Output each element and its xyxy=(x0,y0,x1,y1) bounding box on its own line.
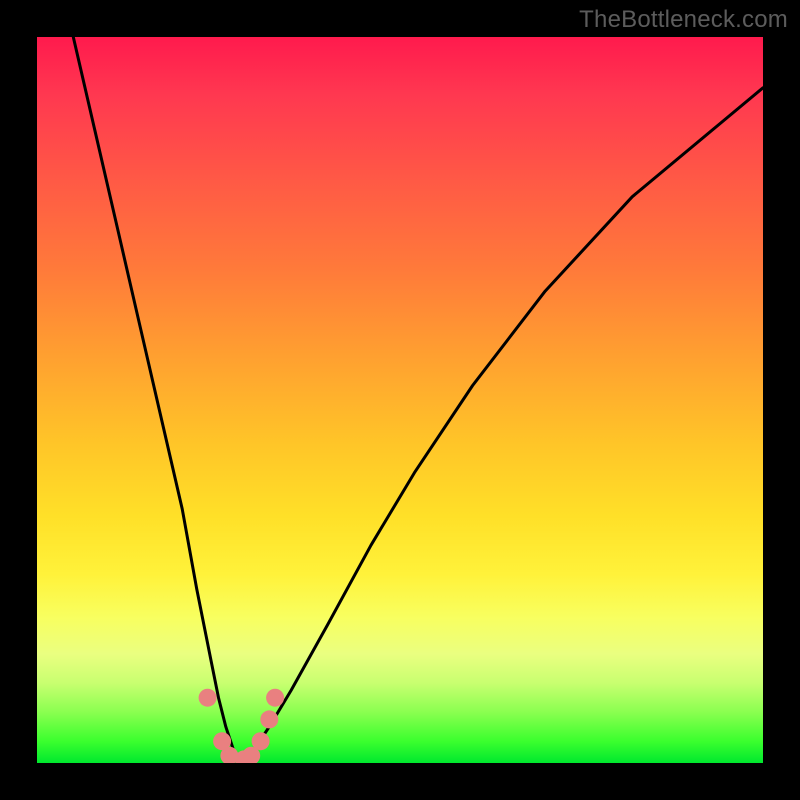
bottleneck-curve xyxy=(37,37,763,763)
watermark-text: TheBottleneck.com xyxy=(579,6,788,34)
data-point-7 xyxy=(266,689,284,707)
curve-path xyxy=(73,37,763,763)
plot-area xyxy=(37,37,763,763)
chart-frame: TheBottleneck.com xyxy=(0,0,800,800)
data-point-0 xyxy=(199,689,217,707)
data-point-5 xyxy=(252,732,270,750)
data-point-6 xyxy=(260,710,278,728)
